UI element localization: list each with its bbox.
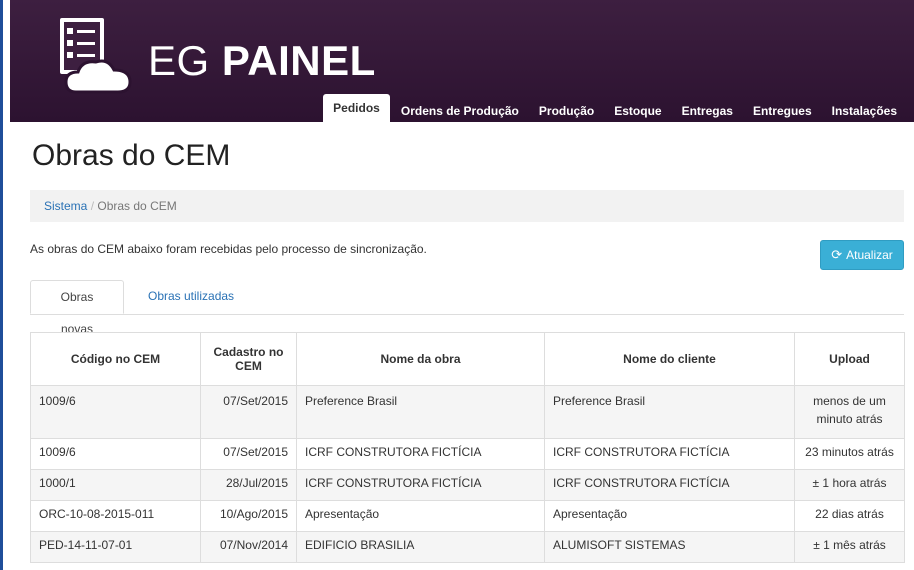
cell-codigo: 1009/6 [30, 438, 201, 470]
cell-cadastro: 07/Set/2015 [200, 385, 297, 439]
top-header: EG PAINEL Pedidos Ordens de Produção Pro… [10, 0, 914, 124]
cell-codigo: 1000/1 [30, 469, 201, 501]
tab-obras-utilizadas[interactable]: Obras utilizadas [136, 280, 246, 314]
cell-codigo: PED-14-11-07-01 [30, 531, 201, 563]
cell-nome-cliente: Preference Brasil [544, 385, 795, 439]
main-nav: Pedidos Ordens de Produção Produção Esto… [321, 94, 906, 124]
page-title: Obras do CEM [32, 139, 231, 172]
cell-nome-obra: Apresentação [296, 500, 545, 532]
refresh-button[interactable]: ⟳ Atualizar [820, 240, 904, 270]
table-row[interactable]: 1009/6 07/Set/2015 Preference Brasil Pre… [30, 385, 905, 439]
cell-nome-obra: ICRF CONSTRUTORA FICTÍCIA [296, 438, 545, 470]
brand-bold: PAINEL [221, 37, 376, 84]
cell-upload: ± 1 mês atrás [794, 531, 905, 563]
table-row[interactable]: ORC-10-08-2015-011 10/Ago/2015 Apresenta… [30, 500, 905, 532]
cell-nome-obra: ICRF CONSTRUTORA FICTÍCIA [296, 469, 545, 501]
table-header-row: Código no CEM Cadastro no CEM Nome da ob… [30, 332, 905, 386]
nav-pedidos[interactable]: Pedidos [323, 94, 390, 124]
cell-nome-cliente: ICRF CONSTRUTORA FICTÍCIA [544, 469, 795, 501]
info-text: As obras do CEM abaixo foram recebidas p… [30, 242, 427, 256]
cell-cadastro: 10/Ago/2015 [200, 500, 297, 532]
tab-bar: Obras novas Obras utilizadas [30, 280, 904, 336]
tab-obras-novas[interactable]: Obras novas [30, 280, 124, 336]
obras-table: Código no CEM Cadastro no CEM Nome da ob… [30, 332, 905, 563]
breadcrumb-separator: / [87, 199, 98, 213]
nav-estoque[interactable]: Estoque [605, 97, 670, 124]
column-header-nome-cliente[interactable]: Nome do cliente [544, 332, 795, 386]
column-header-codigo[interactable]: Código no CEM [30, 332, 201, 386]
column-header-nome-obra[interactable]: Nome da obra [296, 332, 545, 386]
nav-instalacoes[interactable]: Instalações [823, 97, 906, 124]
nav-ordens-de-producao[interactable]: Ordens de Produção [392, 97, 528, 124]
nav-entregues[interactable]: Entregues [744, 97, 821, 124]
breadcrumb-link-sistema[interactable]: Sistema [44, 199, 87, 213]
cell-upload: 22 dias atrás [794, 500, 905, 532]
cell-cadastro: 28/Jul/2015 [200, 469, 297, 501]
brand-light: EG [148, 37, 222, 84]
column-header-cadastro[interactable]: Cadastro no CEM [200, 332, 297, 386]
cell-nome-cliente: ALUMISOFT SISTEMAS [544, 531, 795, 563]
nav-entregas[interactable]: Entregas [673, 97, 742, 124]
refresh-icon: ⟳ [831, 247, 843, 262]
cell-upload: 23 minutos atrás [794, 438, 905, 470]
breadcrumb-current: Obras do CEM [97, 199, 177, 213]
brand-logo: EG PAINEL [148, 38, 376, 84]
cell-upload: menos de um minuto atrás [794, 385, 905, 439]
cell-codigo: ORC-10-08-2015-011 [30, 500, 201, 532]
cell-nome-cliente: ICRF CONSTRUTORA FICTÍCIA [544, 438, 795, 470]
cell-nome-obra: Preference Brasil [296, 385, 545, 439]
table-row[interactable]: PED-14-11-07-01 07/Nov/2014 EDIFICIO BRA… [30, 531, 905, 563]
obras-table-container: Código no CEM Cadastro no CEM Nome da ob… [30, 332, 905, 563]
cell-cadastro: 07/Set/2015 [200, 438, 297, 470]
cell-nome-obra: EDIFICIO BRASILIA [296, 531, 545, 563]
breadcrumb: Sistema / Obras do CEM [30, 190, 904, 222]
window-edge [0, 0, 3, 570]
cell-cadastro: 07/Nov/2014 [200, 531, 297, 563]
column-header-upload[interactable]: Upload [794, 332, 905, 386]
refresh-label: Atualizar [846, 248, 893, 262]
checklist-cloud-icon [52, 14, 140, 103]
table-row[interactable]: 1000/1 28/Jul/2015 ICRF CONSTRUTORA FICT… [30, 469, 905, 501]
table-row[interactable]: 1009/6 07/Set/2015 ICRF CONSTRUTORA FICT… [30, 438, 905, 470]
cell-upload: ± 1 hora atrás [794, 469, 905, 501]
cell-codigo: 1009/6 [30, 385, 201, 439]
cell-nome-cliente: Apresentação [544, 500, 795, 532]
nav-producao[interactable]: Produção [530, 97, 603, 124]
